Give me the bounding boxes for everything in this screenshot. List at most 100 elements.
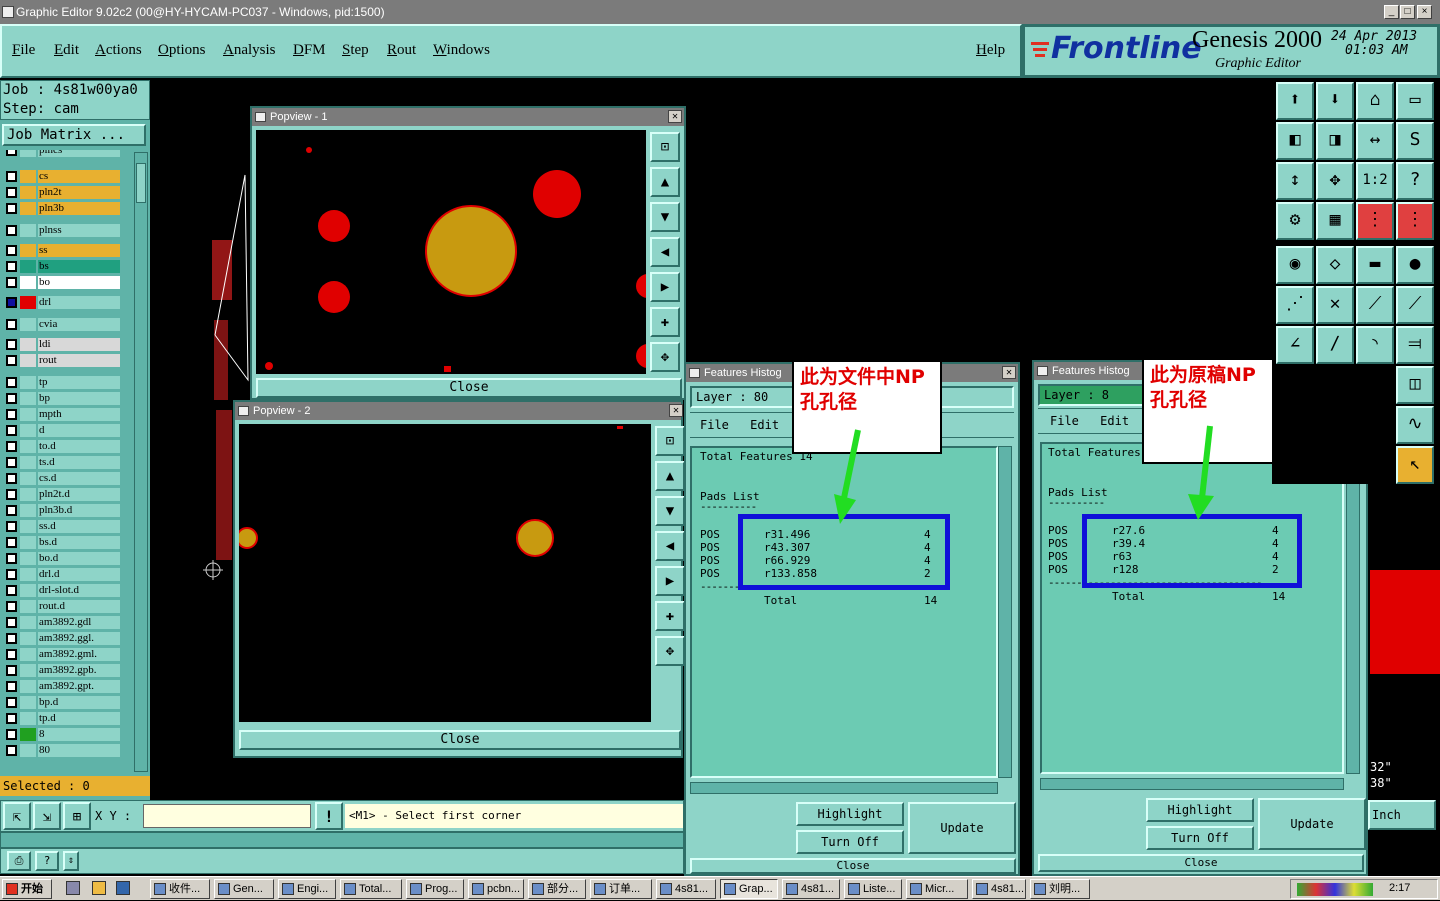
- fh2-menu-file[interactable]: File: [1050, 414, 1079, 428]
- layer-checkbox[interactable]: [6, 393, 17, 404]
- layer-checkbox[interactable]: [6, 553, 17, 564]
- layer-row[interactable]: am3892.gpb.: [4, 664, 120, 677]
- layer-row[interactable]: cs.d: [4, 472, 120, 485]
- grid-tool-icon[interactable]: ⊞: [63, 802, 91, 830]
- pan-left-icon[interactable]: ◀: [655, 531, 685, 561]
- slash-red-icon[interactable]: ∠: [1276, 326, 1314, 364]
- taskbar-task[interactable]: 4s81...: [656, 879, 716, 899]
- layer-row[interactable]: to.d: [4, 440, 120, 453]
- layer-checkbox[interactable]: [6, 745, 17, 756]
- layer-row[interactable]: tp: [4, 376, 120, 389]
- quicklaunch-icon[interactable]: [92, 881, 106, 895]
- layer-row[interactable]: rout: [4, 354, 120, 367]
- taskbar-task[interactable]: 收件...: [150, 879, 210, 899]
- popview-2-close-icon[interactable]: ✕: [669, 404, 683, 417]
- layer-checkbox[interactable]: [6, 681, 17, 692]
- menu-dfm[interactable]: DFM: [293, 42, 326, 59]
- zoom-home-icon[interactable]: ⬆: [1276, 82, 1314, 120]
- fh1-highlight-button[interactable]: Highlight: [796, 802, 904, 826]
- fh1-menu-edit[interactable]: Edit: [750, 418, 779, 432]
- layer-row[interactable]: drl: [4, 296, 120, 309]
- zoom-fit-icon[interactable]: ✥: [1316, 162, 1354, 200]
- arc-icon[interactable]: ◝: [1356, 326, 1394, 364]
- zoom-down-icon[interactable]: ⬇: [1316, 82, 1354, 120]
- cross-icon[interactable]: ✕: [1316, 286, 1354, 324]
- slash-blue-icon[interactable]: ∕: [1316, 326, 1354, 364]
- zoom-in-icon[interactable]: ✚: [655, 601, 685, 631]
- layer-checkbox[interactable]: [6, 489, 17, 500]
- taskbar-task[interactable]: Prog...: [406, 879, 464, 899]
- building-icon[interactable]: ⌂: [1356, 82, 1394, 120]
- layer-checkbox[interactable]: [6, 297, 17, 308]
- layer-row[interactable]: pln2t.d: [4, 488, 120, 501]
- layer-checkbox[interactable]: [6, 409, 17, 420]
- taskbar-task[interactable]: Micr...: [906, 879, 968, 899]
- layer-row[interactable]: plncs: [4, 150, 120, 157]
- taskbar-task[interactable]: Engi...: [278, 879, 336, 899]
- fit-vertical-icon[interactable]: ↕: [1276, 162, 1314, 200]
- layer-scroll-thumb[interactable]: [136, 163, 146, 203]
- net-select-icon[interactable]: ⋮: [1396, 202, 1434, 240]
- taskbar-task[interactable]: 订单...: [590, 879, 652, 899]
- fh2-vscrollbar[interactable]: [1346, 442, 1360, 774]
- xy-input[interactable]: [143, 804, 311, 828]
- tray-icons[interactable]: [1297, 883, 1373, 896]
- layer-checkbox[interactable]: [6, 537, 17, 548]
- layer-checkbox[interactable]: [6, 665, 17, 676]
- line-icon[interactable]: ⟋: [1356, 286, 1394, 324]
- layer-row[interactable]: plnss: [4, 224, 120, 237]
- layer-checkbox[interactable]: [6, 225, 17, 236]
- menu-windows[interactable]: Windows: [433, 42, 490, 59]
- print-icon[interactable]: ⎙: [7, 851, 31, 871]
- layer-row[interactable]: am3892.gpt.: [4, 680, 120, 693]
- layer-row[interactable]: am3892.gdl: [4, 616, 120, 629]
- layer-row[interactable]: bs: [4, 260, 120, 273]
- layer-checkbox[interactable]: [6, 203, 17, 214]
- layer-row[interactable]: bs.d: [4, 536, 120, 549]
- layer-checkbox[interactable]: [6, 457, 17, 468]
- snap-icon[interactable]: S: [1396, 122, 1434, 160]
- layers-icon[interactable]: ◫: [1396, 366, 1434, 404]
- layer-checkbox[interactable]: [6, 171, 17, 182]
- taskbar-task[interactable]: 4s81...: [782, 879, 840, 899]
- menu-help[interactable]: Help: [976, 42, 1005, 59]
- job-matrix-button[interactable]: Job Matrix ...: [2, 124, 146, 146]
- layer-checkbox[interactable]: [6, 187, 17, 198]
- ruler-icon[interactable]: ⚙: [1276, 202, 1314, 240]
- layer-checkbox[interactable]: [6, 150, 17, 156]
- layer-checkbox[interactable]: [6, 569, 17, 580]
- layer-checkbox[interactable]: [6, 505, 17, 516]
- layer-checkbox[interactable]: [6, 261, 17, 272]
- pan-left-icon[interactable]: ◀: [650, 237, 680, 267]
- layer-row[interactable]: ss: [4, 244, 120, 257]
- taskbar-task[interactable]: Gen...: [214, 879, 274, 899]
- layer-checkbox[interactable]: [6, 319, 17, 330]
- zoom-out-icon[interactable]: ✥: [650, 342, 680, 372]
- fh2-hscrollbar[interactable]: [1040, 778, 1344, 790]
- menu-file[interactable]: File: [12, 42, 35, 59]
- layer-checkbox[interactable]: [6, 425, 17, 436]
- fh2-turn-off-button[interactable]: Turn Off: [1146, 826, 1254, 850]
- layer-checkbox[interactable]: [6, 729, 17, 740]
- layer-checkbox[interactable]: [6, 601, 17, 612]
- scale-1-2-icon[interactable]: 1:2: [1356, 162, 1394, 200]
- layer-row[interactable]: drl-slot.d: [4, 584, 120, 597]
- taskbar-task[interactable]: pcbn...: [468, 879, 524, 899]
- pan-right-icon[interactable]: ▶: [655, 566, 685, 596]
- zoom-in-icon[interactable]: ✚: [650, 307, 680, 337]
- taskbar-task[interactable]: 部分...: [528, 879, 586, 899]
- layer-row[interactable]: ts.d: [4, 456, 120, 469]
- layer-row[interactable]: pln3b: [4, 202, 120, 215]
- connect-icon[interactable]: ⋰: [1276, 286, 1314, 324]
- layer-row[interactable]: cs: [4, 170, 120, 183]
- layer-checkbox[interactable]: [6, 377, 17, 388]
- quicklaunch-icon[interactable]: [116, 881, 130, 895]
- alert-icon[interactable]: !: [315, 802, 343, 830]
- layer-row[interactable]: am3892.gml.: [4, 648, 120, 661]
- layer-row[interactable]: bo: [4, 276, 120, 289]
- dropdown-icon[interactable]: ⇕: [63, 851, 79, 871]
- taskbar-task[interactable]: Grap...: [720, 879, 778, 899]
- net-highlight-icon[interactable]: ⋮: [1356, 202, 1394, 240]
- pan-right-icon[interactable]: ◨: [1316, 122, 1354, 160]
- mirror-icon[interactable]: ↔: [1356, 122, 1394, 160]
